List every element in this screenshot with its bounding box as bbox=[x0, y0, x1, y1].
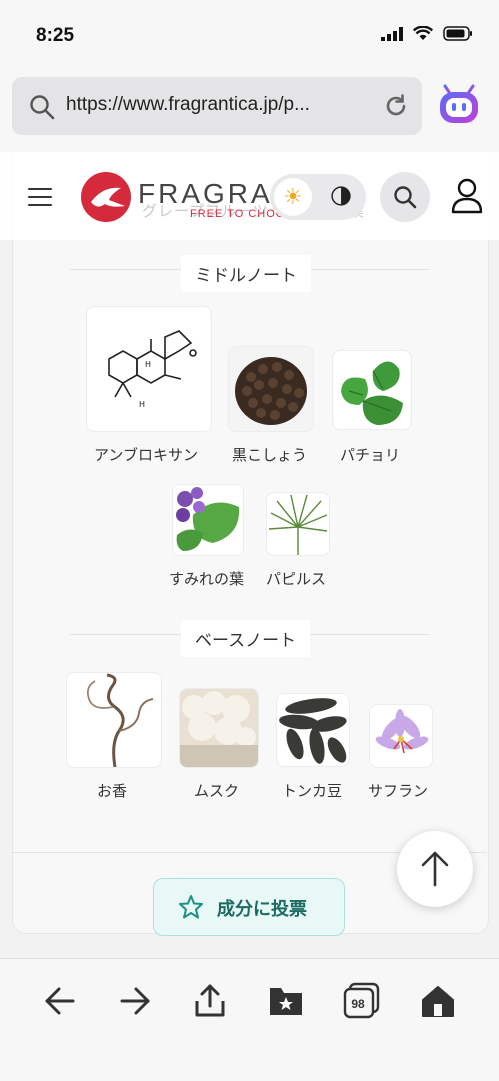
middle-notes-title: ミドルノート bbox=[181, 255, 311, 292]
reload-icon[interactable] bbox=[382, 92, 410, 120]
status-icons bbox=[381, 26, 473, 41]
menu-icon[interactable] bbox=[28, 188, 52, 212]
note-incense[interactable] bbox=[66, 672, 162, 768]
tabs-count: 98 bbox=[351, 997, 365, 1011]
forward-arrow-icon bbox=[120, 987, 150, 1015]
site-header: グレープフルーツ 葉 FRAGRANT FREE TO CHOOSE ☀ 🌗 bbox=[0, 152, 499, 240]
patchouli-leaf-icon bbox=[332, 350, 412, 430]
svg-text:H: H bbox=[145, 360, 151, 369]
status-time: 8:25 bbox=[36, 25, 75, 46]
theme-toggle[interactable]: ☀ 🌗 bbox=[270, 174, 366, 220]
note-label-black-pepper: 黒こしょう bbox=[232, 446, 308, 464]
share-icon bbox=[195, 984, 225, 1017]
note-label-incense: お香 bbox=[97, 782, 128, 800]
tabs-button[interactable]: 98 bbox=[342, 981, 382, 1021]
incense-smoke-icon bbox=[66, 672, 162, 768]
base-notes-title: ベースノート bbox=[181, 620, 311, 657]
violet-leaf-icon bbox=[172, 484, 244, 556]
search-icon bbox=[30, 95, 55, 120]
note-patchouli[interactable] bbox=[332, 350, 412, 430]
bookmark-folder-icon bbox=[270, 988, 302, 1015]
vote-ingredients-button[interactable]: 成分に投票 bbox=[153, 878, 345, 936]
bookmarks-button[interactable] bbox=[266, 981, 306, 1021]
signal-icon bbox=[381, 26, 403, 41]
note-black-pepper[interactable] bbox=[228, 346, 314, 432]
scroll-to-top-button[interactable] bbox=[397, 831, 473, 907]
user-icon[interactable] bbox=[450, 178, 484, 214]
moon-icon[interactable]: 🌗 bbox=[326, 182, 356, 212]
home-icon bbox=[422, 986, 454, 1017]
papyrus-icon bbox=[266, 492, 330, 556]
back-arrow-icon bbox=[45, 987, 75, 1015]
home-button[interactable] bbox=[418, 981, 458, 1021]
note-ambroxan[interactable]: H H bbox=[86, 306, 212, 432]
star-icon bbox=[179, 895, 203, 919]
address-bar[interactable]: https://www.fragrantica.jp/p... bbox=[12, 77, 422, 135]
browser-toolbar: 98 bbox=[0, 958, 499, 1081]
note-label-violet-leaf: すみれの葉 bbox=[169, 570, 245, 588]
battery-icon bbox=[443, 26, 472, 41]
note-tonka-bean[interactable] bbox=[276, 693, 350, 767]
status-bar: 8:25 bbox=[0, 0, 499, 72]
sun-icon[interactable]: ☀ bbox=[274, 178, 312, 216]
svg-text:H: H bbox=[139, 400, 145, 409]
share-button[interactable] bbox=[190, 981, 230, 1021]
fragrantica-logo[interactable] bbox=[81, 172, 131, 222]
url-text[interactable]: https://www.fragrantica.jp/p... bbox=[66, 94, 310, 116]
note-label-papyrus: パピルス bbox=[266, 570, 327, 588]
wifi-icon bbox=[413, 26, 433, 40]
note-violet-leaf[interactable] bbox=[172, 484, 244, 556]
note-label-musk: ムスク bbox=[194, 782, 240, 800]
extension-robot-icon[interactable] bbox=[437, 83, 481, 127]
search-icon bbox=[394, 186, 417, 209]
forward-button[interactable] bbox=[115, 981, 155, 1021]
tonka-beans-icon bbox=[276, 693, 350, 767]
black-pepper-icon bbox=[228, 346, 314, 432]
hummingbird-icon bbox=[91, 187, 125, 207]
back-button[interactable] bbox=[40, 981, 80, 1021]
note-label-ambroxan: アンブロキサン bbox=[94, 446, 198, 464]
musk-icon bbox=[179, 688, 259, 768]
note-papyrus[interactable] bbox=[266, 492, 330, 556]
ambroxan-structure-icon: H H bbox=[86, 306, 212, 432]
arrow-up-icon bbox=[421, 851, 449, 887]
note-saffron[interactable] bbox=[369, 704, 433, 768]
vote-button-label: 成分に投票 bbox=[217, 899, 307, 920]
note-musk[interactable] bbox=[179, 688, 259, 768]
note-label-patchouli: パチョリ bbox=[340, 446, 401, 464]
saffron-flower-icon bbox=[369, 704, 433, 768]
site-search-button[interactable] bbox=[380, 172, 430, 222]
note-label-saffron: サフラン bbox=[368, 782, 429, 800]
note-label-tonka-bean: トンカ豆 bbox=[282, 782, 343, 800]
